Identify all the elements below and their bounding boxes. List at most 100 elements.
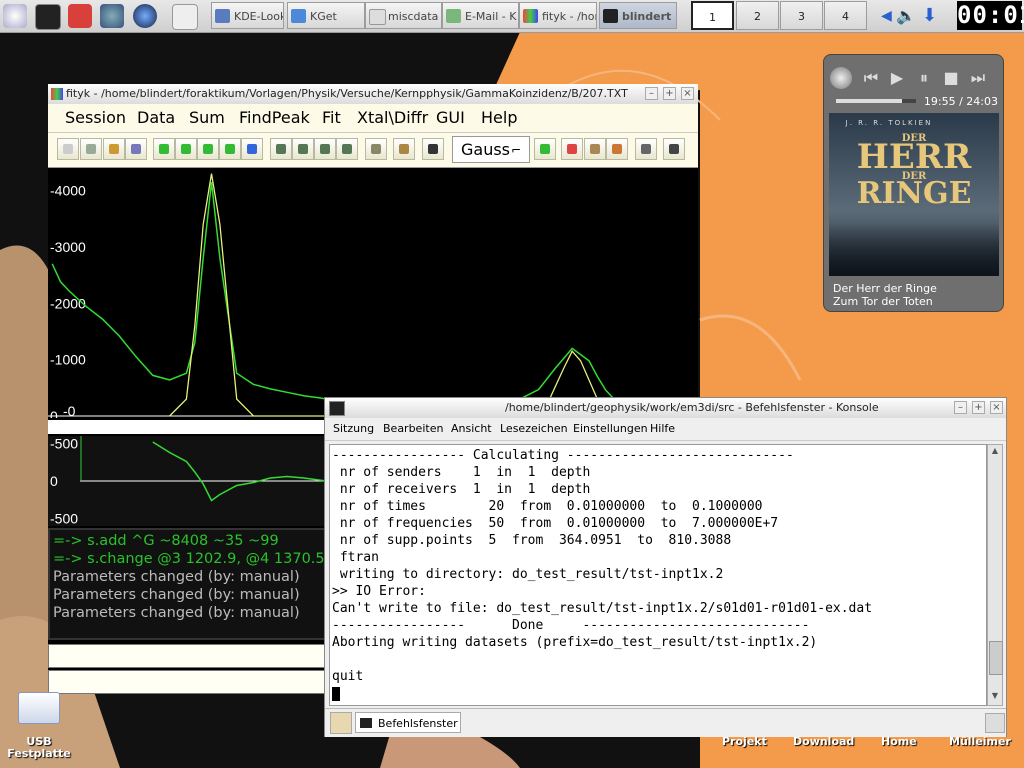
peak-add-icon[interactable]: [153, 138, 175, 160]
histogram-icon[interactable]: [422, 138, 444, 160]
track-subtitle: Zum Tor der Toten: [833, 295, 933, 308]
zoom-icon[interactable]: [57, 138, 79, 160]
terminal-line: ftran: [332, 550, 379, 565]
export-icon[interactable]: [365, 138, 387, 160]
maximize-icon[interactable]: +: [972, 401, 985, 414]
task-fityk[interactable]: fityk - /hor: [519, 2, 597, 29]
settings-icon[interactable]: [100, 4, 124, 28]
next-icon[interactable]: ⏭: [967, 67, 989, 89]
email-icon: [446, 9, 461, 23]
speaker-icon[interactable]: 🔈: [896, 6, 916, 25]
pager-desktop-3[interactable]: 3: [780, 1, 823, 30]
download-arrow-icon[interactable]: ⬇: [922, 5, 937, 26]
add-peak-icon[interactable]: [534, 138, 556, 160]
range-icon[interactable]: [80, 138, 102, 160]
close-icon[interactable]: ×: [990, 401, 1003, 414]
fityk-menubar: Session Data Sum FindPeak Fit Xtal\Diffr…: [48, 104, 698, 133]
menu-findpeak[interactable]: FindPeak: [239, 108, 310, 127]
scroll-down-icon[interactable]: ▼: [989, 691, 1001, 703]
menu-xtal-diffr[interactable]: Xtal\Diffr: [357, 108, 428, 127]
task-miscdata[interactable]: miscdata: [365, 2, 442, 29]
konsole-titlebar[interactable]: /home/blindert/geophysik/work/em3di/src …: [325, 398, 1006, 418]
task-kde-look[interactable]: KDE-Look: [211, 2, 284, 29]
desktop-link-projekt[interactable]: Projekt: [722, 735, 767, 748]
arrow-left-icon[interactable]: ◀: [881, 8, 892, 24]
close-session-icon[interactable]: [985, 713, 1005, 733]
konsole-icon[interactable]: [35, 4, 61, 30]
undo-fit-icon[interactable]: [336, 138, 358, 160]
data-series-line: [51, 182, 657, 412]
scrollbar-thumb[interactable]: [989, 641, 1003, 675]
terminal-scrollbar[interactable]: ▲ ▼: [987, 444, 1003, 706]
scroll-right-icon[interactable]: [219, 138, 241, 160]
run-fit-icon[interactable]: [270, 138, 292, 160]
plot-icon[interactable]: [393, 138, 415, 160]
close-icon[interactable]: ×: [681, 87, 694, 100]
task-kget[interactable]: KGet: [287, 2, 365, 29]
terminal-output[interactable]: ----------------- Calculating ----------…: [329, 444, 987, 706]
browser-icon[interactable]: [133, 4, 157, 28]
fityk-icon: [523, 9, 538, 23]
play-icon[interactable]: ▶: [886, 67, 908, 89]
clock[interactable]: 00:01: [957, 1, 1024, 30]
pause-icon[interactable]: ⏸: [913, 67, 935, 89]
document-icon: [369, 9, 386, 25]
minimize-icon[interactable]: –: [645, 87, 658, 100]
menu-lesezeichen[interactable]: Lesezeichen: [500, 422, 568, 435]
pager-desktop-4[interactable]: 4: [824, 1, 867, 30]
desktop-link-muelleimer[interactable]: Mülleimer: [949, 735, 1011, 748]
menu-einstellungen[interactable]: Einstellungen: [573, 422, 648, 435]
pager-desktop-2[interactable]: 2: [736, 1, 779, 30]
peak-move-icon[interactable]: [175, 138, 197, 160]
main-plot[interactable]: -4000-3000-2000-10000-01000: [48, 168, 698, 418]
delete-icon[interactable]: [561, 138, 583, 160]
pointer-icon[interactable]: [125, 138, 147, 160]
y-tick-label: -2000: [50, 295, 86, 311]
menu-sum[interactable]: Sum: [189, 108, 225, 127]
back-icon[interactable]: [241, 138, 263, 160]
menu-hilfe[interactable]: Hilfe: [650, 422, 675, 435]
task-konsole[interactable]: blindert: [599, 2, 677, 29]
menu-bearbeiten[interactable]: Bearbeiten: [383, 422, 443, 435]
pager-desktop-1[interactable]: 1: [691, 1, 734, 30]
sum-icon[interactable]: [314, 138, 336, 160]
scroll-up-icon[interactable]: ▲: [989, 446, 1001, 458]
desktop-link-home[interactable]: Home: [881, 735, 917, 748]
previous-icon[interactable]: ⏮: [860, 67, 882, 89]
album-cover: J. R. R. TOLKIEN DER HERR DER RINGE: [829, 113, 999, 276]
menu-help[interactable]: Help: [481, 108, 517, 127]
y-tick-label: -500: [50, 436, 78, 452]
menu-ansicht[interactable]: Ansicht: [451, 422, 492, 435]
task-email[interactable]: E-Mail - K: [442, 2, 519, 29]
track-title: Der Herr der Ringe: [833, 282, 937, 295]
progress-bar[interactable]: [836, 99, 916, 103]
function-type-select[interactable]: Gauss ⌐: [452, 136, 530, 163]
refresh-icon[interactable]: [606, 138, 628, 160]
menu-gui[interactable]: GUI: [436, 108, 465, 127]
menu-data[interactable]: Data: [137, 108, 175, 127]
terminal-icon: [360, 718, 372, 728]
new-session-icon[interactable]: [330, 712, 352, 734]
menu-fit[interactable]: Fit: [322, 108, 341, 127]
home-icon[interactable]: [68, 4, 92, 28]
menu-session[interactable]: Session: [65, 108, 126, 127]
continue-fit-icon[interactable]: [292, 138, 314, 160]
cover-title-2: RINGE: [856, 176, 972, 211]
stop-icon[interactable]: ■: [940, 67, 962, 89]
book-icon[interactable]: [635, 138, 657, 160]
baseline-icon[interactable]: [103, 138, 125, 160]
maximize-icon[interactable]: +: [663, 87, 676, 100]
usb-drive-icon[interactable]: [18, 692, 60, 724]
editor-icon[interactable]: [172, 4, 198, 30]
desktop-link-download[interactable]: Download: [793, 735, 854, 748]
sidebar-toggle-icon[interactable]: [663, 138, 685, 160]
kde-menu-icon[interactable]: [3, 4, 27, 28]
tab-befehlsfenster[interactable]: Befehlsfenster: [355, 712, 461, 733]
guess-icon[interactable]: [584, 138, 606, 160]
usb-drive-label[interactable]: USB Festplatte: [6, 736, 72, 760]
fityk-titlebar[interactable]: fityk - /home/blindert/foraktikum/Vorlag…: [48, 84, 698, 104]
menu-sitzung[interactable]: Sitzung: [333, 422, 374, 435]
scroll-left-icon[interactable]: [197, 138, 219, 160]
cover-silhouettes: [829, 223, 999, 276]
minimize-icon[interactable]: –: [954, 401, 967, 414]
